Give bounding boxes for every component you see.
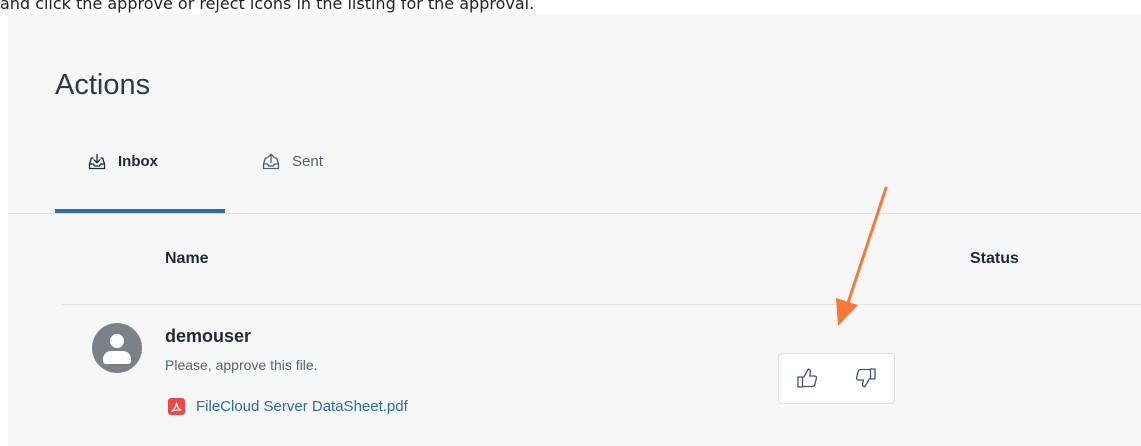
outbox-tray-icon xyxy=(262,153,280,171)
page-title: Actions xyxy=(55,69,151,101)
file-link[interactable]: FileCloud Server DataSheet.pdf xyxy=(168,398,408,415)
avatar xyxy=(92,323,142,373)
column-header-status[interactable]: Status xyxy=(970,250,1019,268)
reject-button[interactable] xyxy=(852,367,878,393)
instruction-caption: and click the approve or reject icons in… xyxy=(0,0,535,13)
thumbs-down-icon xyxy=(852,365,878,396)
thumbs-up-icon xyxy=(795,365,821,396)
inbox-tray-icon xyxy=(88,153,106,171)
tab-inbox[interactable]: Inbox xyxy=(88,153,158,213)
file-name[interactable]: FileCloud Server DataSheet.pdf xyxy=(196,398,408,415)
approval-message: Please, approve this file. xyxy=(165,357,318,373)
approval-actions xyxy=(778,353,895,404)
header-divider xyxy=(62,304,1141,305)
tab-sent-label: Sent xyxy=(292,153,323,170)
tabs-divider xyxy=(8,213,1141,214)
pdf-icon xyxy=(168,398,185,415)
sender-name: demouser xyxy=(165,326,252,346)
tab-inbox-label: Inbox xyxy=(118,153,158,170)
tab-sent[interactable]: Sent xyxy=(262,153,323,213)
approve-button[interactable] xyxy=(795,367,821,393)
column-header-name[interactable]: Name xyxy=(165,250,209,268)
actions-panel xyxy=(8,14,1141,446)
